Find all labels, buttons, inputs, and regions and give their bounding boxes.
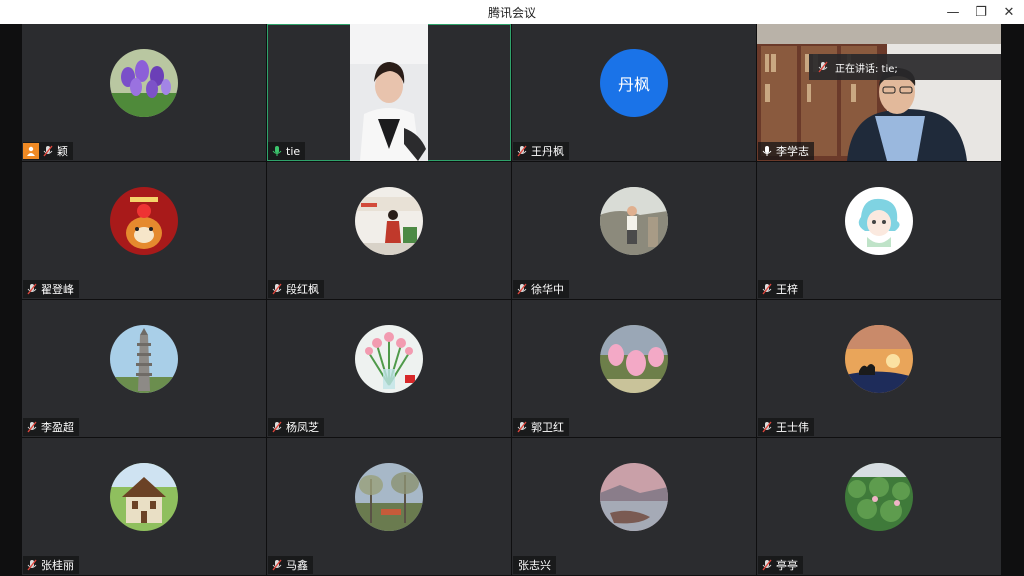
avatar xyxy=(600,325,668,393)
name-chip: 李学志 xyxy=(758,142,814,160)
mic-muted-icon xyxy=(516,421,528,433)
close-icon[interactable]: ✕ xyxy=(1000,3,1018,21)
participant-tile[interactable]: 郭卫红 xyxy=(512,300,756,437)
avatar xyxy=(110,463,178,531)
mic-muted-icon xyxy=(42,145,54,157)
participant-tile-active[interactable]: tie xyxy=(267,24,511,161)
avatar xyxy=(355,187,423,255)
name-chip: 段红枫 xyxy=(268,280,324,298)
participant-name: 郭卫红 xyxy=(531,421,564,434)
participant-name: 李盈超 xyxy=(41,421,74,434)
participant-tile[interactable]: 亭亭 xyxy=(757,438,1001,575)
mic-muted-icon xyxy=(26,559,38,571)
window-title: 腾讯会议 xyxy=(487,5,536,20)
participant-name: 李学志 xyxy=(776,145,809,158)
minimize-icon[interactable]: — xyxy=(944,3,962,21)
video-feed xyxy=(757,24,1001,161)
participant-name: 张志兴 xyxy=(518,559,551,572)
participant-tile[interactable]: 王士伟 xyxy=(757,300,1001,437)
participant-tile[interactable]: 张桂丽 xyxy=(22,438,266,575)
name-chip: 郭卫红 xyxy=(513,418,569,436)
mic-muted-icon xyxy=(761,421,773,433)
participant-name: 张桂丽 xyxy=(41,559,74,572)
video-grid: 颖 tie 丹枫 王丹枫 正在讲话: tie; 李学志 翟登峰 段红枫 徐华中 … xyxy=(22,24,1002,576)
participant-tile[interactable]: 王梓 xyxy=(757,162,1001,299)
mic-muted-icon xyxy=(26,421,38,433)
participant-tile[interactable]: 张志兴 xyxy=(512,438,756,575)
name-chip: 徐华中 xyxy=(513,280,569,298)
mic-active-icon xyxy=(271,145,283,157)
participant-name: 翟登峰 xyxy=(41,283,74,296)
participant-tile[interactable]: 段红枫 xyxy=(267,162,511,299)
participant-name: 段红枫 xyxy=(286,283,319,296)
avatar xyxy=(845,325,913,393)
mic-muted-icon xyxy=(761,283,773,295)
participant-tile[interactable]: 丹枫 王丹枫 xyxy=(512,24,756,161)
window-controls: — ❐ ✕ xyxy=(944,0,1018,24)
mic-muted-icon xyxy=(761,559,773,571)
participant-name: 王丹枫 xyxy=(531,145,564,158)
participant-tile[interactable]: 李盈超 xyxy=(22,300,266,437)
mic-muted-icon xyxy=(271,283,283,295)
mic-muted-icon xyxy=(516,283,528,295)
participant-tile[interactable]: 杨凤芝 xyxy=(267,300,511,437)
name-chip: 颖 xyxy=(23,142,73,160)
avatar xyxy=(110,49,178,117)
video-feed xyxy=(350,24,428,161)
participant-tile[interactable]: 颖 xyxy=(22,24,266,161)
speaking-text: 正在讲话: tie; xyxy=(835,63,898,75)
mic-muted-icon xyxy=(516,145,528,157)
name-chip: 杨凤芝 xyxy=(268,418,324,436)
mic-muted-icon xyxy=(271,559,283,571)
participant-name: 杨凤芝 xyxy=(286,421,319,434)
avatar xyxy=(355,463,423,531)
name-chip: 马鑫 xyxy=(268,556,313,574)
participant-name: 颖 xyxy=(57,145,68,158)
avatar xyxy=(845,187,913,255)
participant-name: 徐华中 xyxy=(531,283,564,296)
name-chip: tie xyxy=(268,142,306,160)
name-chip: 翟登峰 xyxy=(23,280,79,298)
avatar xyxy=(110,187,178,255)
mic-icon xyxy=(761,145,773,157)
name-chip: 李盈超 xyxy=(23,418,79,436)
avatar xyxy=(600,187,668,255)
participant-name: 王梓 xyxy=(776,283,798,296)
avatar xyxy=(355,325,423,393)
name-chip: 王梓 xyxy=(758,280,803,298)
participant-name: 马鑫 xyxy=(286,559,308,572)
host-icon xyxy=(23,143,39,159)
avatar xyxy=(110,325,178,393)
restore-icon[interactable]: ❐ xyxy=(972,3,990,21)
name-chip: 张桂丽 xyxy=(23,556,79,574)
participant-name: 亭亭 xyxy=(776,559,798,572)
title-bar: 腾讯会议 — ❐ ✕ xyxy=(0,0,1024,24)
mic-muted-icon xyxy=(817,61,829,73)
participant-tile[interactable]: 翟登峰 xyxy=(22,162,266,299)
name-chip: 王士伟 xyxy=(758,418,814,436)
participant-tile[interactable]: 正在讲话: tie; 李学志 xyxy=(757,24,1001,161)
mic-muted-icon xyxy=(271,421,283,433)
name-chip: 张志兴 xyxy=(513,556,556,574)
avatar: 丹枫 xyxy=(600,49,668,117)
name-chip: 王丹枫 xyxy=(513,142,569,160)
mic-muted-icon xyxy=(26,283,38,295)
avatar xyxy=(600,463,668,531)
participant-name: tie xyxy=(286,144,301,158)
speaking-indicator: 正在讲话: tie; xyxy=(809,54,1001,80)
avatar xyxy=(845,463,913,531)
participant-name: 王士伟 xyxy=(776,421,809,434)
participant-tile[interactable]: 马鑫 xyxy=(267,438,511,575)
participant-tile[interactable]: 徐华中 xyxy=(512,162,756,299)
name-chip: 亭亭 xyxy=(758,556,803,574)
